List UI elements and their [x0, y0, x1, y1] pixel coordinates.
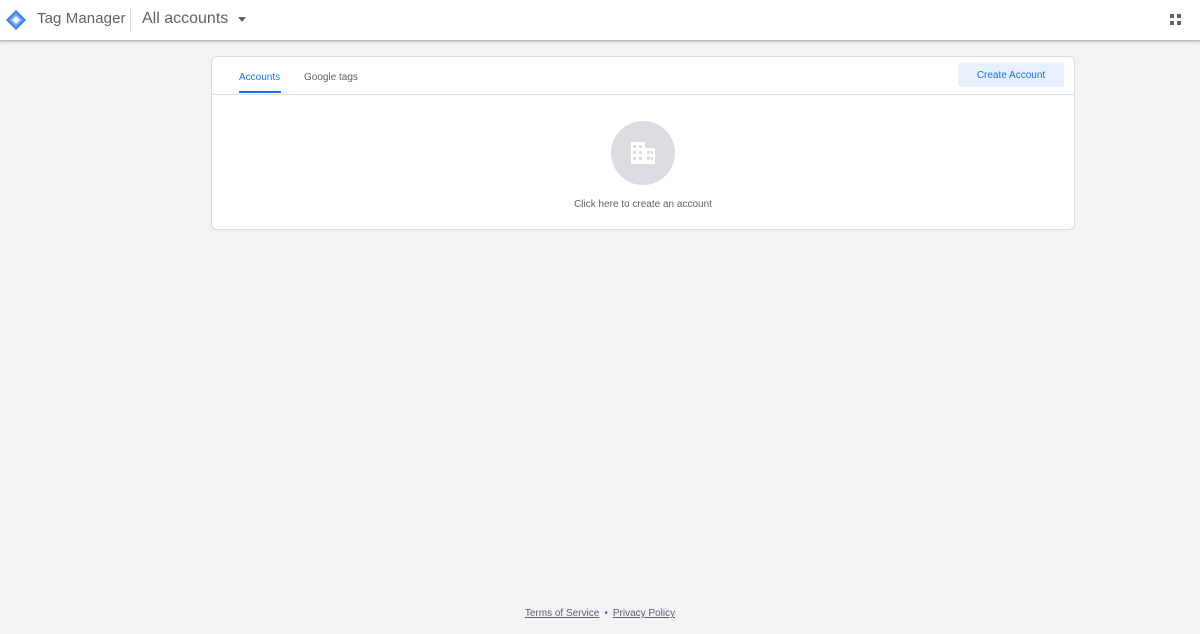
chevron-down-icon [238, 16, 247, 22]
active-tab-indicator [239, 91, 281, 93]
privacy-policy-link[interactable]: Privacy Policy [613, 608, 675, 619]
top-app-bar: Tag Manager All accounts [0, 0, 1200, 40]
apps-grid-icon[interactable] [1168, 12, 1184, 28]
accounts-card: Accounts Google tags Create Account Clic… [211, 56, 1075, 230]
account-picker-label: All accounts [142, 10, 229, 27]
create-account-illustration[interactable] [611, 121, 675, 185]
terms-of-service-link[interactable]: Terms of Service [525, 608, 599, 619]
building-icon [631, 142, 655, 164]
header-divider [130, 8, 131, 32]
footer-separator: • [604, 608, 608, 619]
tab-accounts[interactable]: Accounts [239, 72, 280, 83]
app-name[interactable]: Tag Manager [37, 10, 126, 27]
tab-google-tags[interactable]: Google tags [304, 72, 358, 83]
tag-manager-logo-icon[interactable] [5, 9, 27, 31]
account-picker[interactable]: All accounts [142, 6, 247, 32]
create-account-link[interactable]: Click here to create an account [212, 199, 1074, 210]
tab-bar: Accounts Google tags Create Account [212, 57, 1074, 95]
create-account-button[interactable]: Create Account [958, 63, 1064, 87]
footer: Terms of Service • Privacy Policy [0, 608, 1200, 619]
